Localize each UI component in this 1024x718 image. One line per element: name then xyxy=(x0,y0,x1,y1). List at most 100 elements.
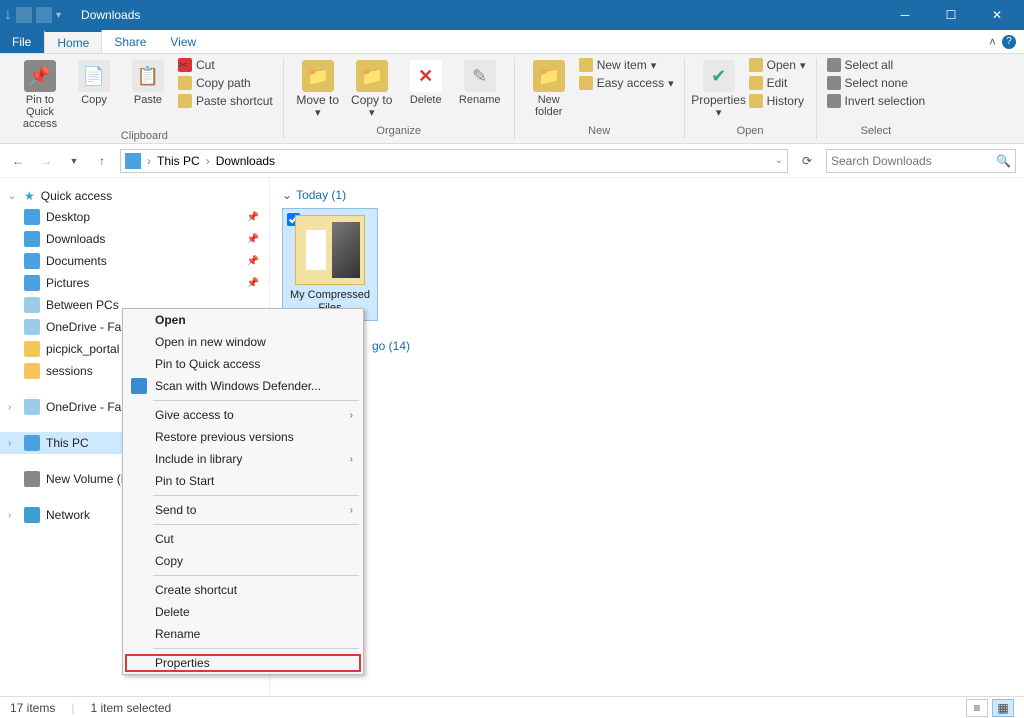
group-open: ✔Properties ▾ Open ▾ Edit History Open xyxy=(685,58,817,139)
help-icon[interactable]: ? xyxy=(1002,35,1016,49)
ribbon-tabs: File Home Share View ˄ ? xyxy=(0,30,1024,54)
sidebar-item-desktop[interactable]: Desktop📌 xyxy=(0,206,269,228)
new-item-button[interactable]: New item ▾ xyxy=(579,58,674,72)
copy-button[interactable]: 📄Copy xyxy=(70,58,118,106)
paste-shortcut-button[interactable]: Paste shortcut xyxy=(178,94,273,108)
pin-icon: 📌 xyxy=(247,256,259,267)
search-icon: 🔍 xyxy=(996,154,1011,168)
group-organize: 📁Move to ▾ 📁Copy to ▾ ✕Delete ✎Rename Or… xyxy=(284,58,515,139)
ctx-send-to[interactable]: Send to› xyxy=(123,499,363,521)
sidebar-quick-access[interactable]: ⌄★Quick access xyxy=(0,186,269,206)
properties-button[interactable]: ✔Properties ▾ xyxy=(695,58,743,119)
folder-thumbnail-icon xyxy=(295,215,365,285)
refresh-button[interactable]: ⟳ xyxy=(796,150,818,172)
status-bar: 17 items | 1 item selected ≡ ▦ xyxy=(0,696,1024,718)
tab-file[interactable]: File xyxy=(0,30,44,53)
chevron-down-icon: ⌄ xyxy=(282,188,292,202)
qat-icon-2[interactable] xyxy=(36,7,52,23)
ctx-properties[interactable]: Properties xyxy=(123,652,363,674)
address-dropdown-icon[interactable]: ⌄ xyxy=(775,155,783,166)
group-select: Select all Select none Invert selection … xyxy=(817,58,936,139)
select-none-button[interactable]: Select none xyxy=(827,76,926,90)
window-title: Downloads xyxy=(81,8,140,22)
close-button[interactable]: ✕ xyxy=(974,0,1020,30)
status-item-count: 17 items xyxy=(10,701,55,715)
qat-icon-1[interactable] xyxy=(16,7,32,23)
view-large-icons-button[interactable]: ▦ xyxy=(992,699,1014,717)
context-menu: Open Open in new window Pin to Quick acc… xyxy=(122,308,364,675)
chevron-right-icon: › xyxy=(350,505,353,516)
search-input[interactable] xyxy=(831,154,996,168)
group-header-partial[interactable]: go (14) xyxy=(372,339,1012,353)
ctx-copy[interactable]: Copy xyxy=(123,550,363,572)
address-bar[interactable]: › This PC › Downloads ⌄ xyxy=(120,149,788,173)
back-button[interactable]: ← xyxy=(8,151,28,171)
breadcrumb-root[interactable]: This PC xyxy=(157,154,200,168)
select-all-button[interactable]: Select all xyxy=(827,58,926,72)
file-item-selected[interactable]: My Compressed Files xyxy=(282,208,378,321)
up-button[interactable]: ↑ xyxy=(92,151,112,171)
history-button[interactable]: History xyxy=(749,94,806,108)
forward-button[interactable]: → xyxy=(36,151,56,171)
sidebar-item-downloads[interactable]: Downloads📌 xyxy=(0,228,269,250)
copy-to-button[interactable]: 📁Copy to ▾ xyxy=(348,58,396,119)
move-to-button[interactable]: 📁Move to ▾ xyxy=(294,58,342,119)
tab-share[interactable]: Share xyxy=(102,30,158,53)
ctx-scan-defender[interactable]: Scan with Windows Defender... xyxy=(123,375,363,397)
view-details-button[interactable]: ≡ xyxy=(966,699,988,717)
ctx-pin-quick-access[interactable]: Pin to Quick access xyxy=(123,353,363,375)
group-clipboard: 📌Pin to Quick access 📄Copy 📋Paste ✂Cut C… xyxy=(6,58,284,139)
qat-dropdown-icon[interactable]: ▾ xyxy=(56,10,61,21)
pin-icon: 📌 xyxy=(247,212,259,223)
sidebar-item-pictures[interactable]: Pictures📌 xyxy=(0,272,269,294)
ctx-give-access[interactable]: Give access to› xyxy=(123,404,363,426)
rename-button[interactable]: ✎Rename xyxy=(456,58,504,106)
delete-button[interactable]: ✕Delete xyxy=(402,58,450,106)
cut-button[interactable]: ✂Cut xyxy=(178,58,273,72)
search-box[interactable]: 🔍 xyxy=(826,149,1016,173)
group-label-open: Open xyxy=(695,125,806,137)
chevron-right-icon[interactable]: › xyxy=(147,154,151,168)
ctx-cut[interactable]: Cut xyxy=(123,528,363,550)
ctx-include-library[interactable]: Include in library› xyxy=(123,448,363,470)
defender-icon xyxy=(131,378,147,394)
sidebar-item-documents[interactable]: Documents📌 xyxy=(0,250,269,272)
ctx-delete[interactable]: Delete xyxy=(123,601,363,623)
ctx-open-new-window[interactable]: Open in new window xyxy=(123,331,363,353)
breadcrumb-leaf[interactable]: Downloads xyxy=(216,154,275,168)
easy-access-button[interactable]: Easy access ▾ xyxy=(579,76,674,90)
open-button[interactable]: Open ▾ xyxy=(749,58,806,72)
group-label-select: Select xyxy=(827,125,926,137)
copy-path-button[interactable]: Copy path xyxy=(178,76,273,90)
chevron-right-icon: › xyxy=(350,410,353,421)
group-label-clipboard: Clipboard xyxy=(16,130,273,142)
ctx-restore-versions[interactable]: Restore previous versions xyxy=(123,426,363,448)
recent-locations-button[interactable]: ▼ xyxy=(64,151,84,171)
invert-selection-button[interactable]: Invert selection xyxy=(827,94,926,108)
chevron-right-icon: › xyxy=(350,454,353,465)
chevron-right-icon[interactable]: › xyxy=(206,154,210,168)
address-bar-row: ← → ▼ ↑ › This PC › Downloads ⌄ ⟳ 🔍 xyxy=(0,144,1024,178)
tab-home[interactable]: Home xyxy=(44,30,102,53)
ctx-rename[interactable]: Rename xyxy=(123,623,363,645)
edit-button[interactable]: Edit xyxy=(749,76,806,90)
group-label-new: New xyxy=(525,125,674,137)
paste-button[interactable]: 📋Paste xyxy=(124,58,172,106)
status-selected-count: 1 item selected xyxy=(90,701,171,715)
pin-icon: 📌 xyxy=(247,234,259,245)
maximize-button[interactable]: ☐ xyxy=(928,0,974,30)
group-header-today[interactable]: ⌄Today (1) xyxy=(282,188,1012,202)
file-list-pane[interactable]: ⌄Today (1) My Compressed Files go (14) xyxy=(270,178,1024,696)
new-folder-button[interactable]: 📁New folder xyxy=(525,58,573,118)
ribbon-collapse-icon[interactable]: ˄ xyxy=(989,35,996,49)
group-new: 📁New folder New item ▾ Easy access ▾ New xyxy=(515,58,685,139)
group-label-organize: Organize xyxy=(294,125,504,137)
ribbon: 📌Pin to Quick access 📄Copy 📋Paste ✂Cut C… xyxy=(0,54,1024,144)
minimize-button[interactable]: ─ xyxy=(882,0,928,30)
ctx-create-shortcut[interactable]: Create shortcut xyxy=(123,579,363,601)
pin-icon: 📌 xyxy=(247,278,259,289)
tab-view[interactable]: View xyxy=(158,30,208,53)
ctx-pin-start[interactable]: Pin to Start xyxy=(123,470,363,492)
pin-quick-access-button[interactable]: 📌Pin to Quick access xyxy=(16,58,64,130)
ctx-open[interactable]: Open xyxy=(123,309,363,331)
